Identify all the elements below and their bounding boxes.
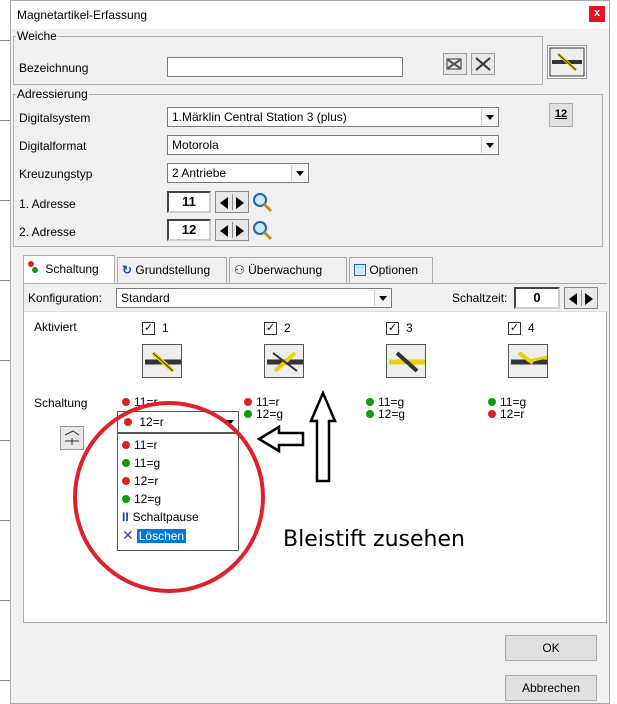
red-circle-annotation (73, 401, 265, 593)
magnetartikel-dialog: Magnetartikel-Erfassung x Weiche Bezeich… (10, 0, 610, 704)
cancel-button-label: Abbrechen (521, 681, 581, 695)
ok-button[interactable]: OK (505, 635, 597, 661)
tab-schaltung-label: Schaltung (45, 262, 99, 276)
arrow-left-annotation (256, 424, 305, 454)
annotation-text: Bleistift zusehen (283, 527, 465, 552)
arrow-up-annotation (309, 389, 337, 483)
annotation-overlay (73, 389, 337, 593)
tab-schaltung[interactable]: Schaltung (23, 255, 115, 283)
ok-button-label: OK (542, 641, 560, 655)
cancel-button[interactable]: Abbrechen (505, 675, 597, 701)
signal-icon (28, 261, 42, 273)
